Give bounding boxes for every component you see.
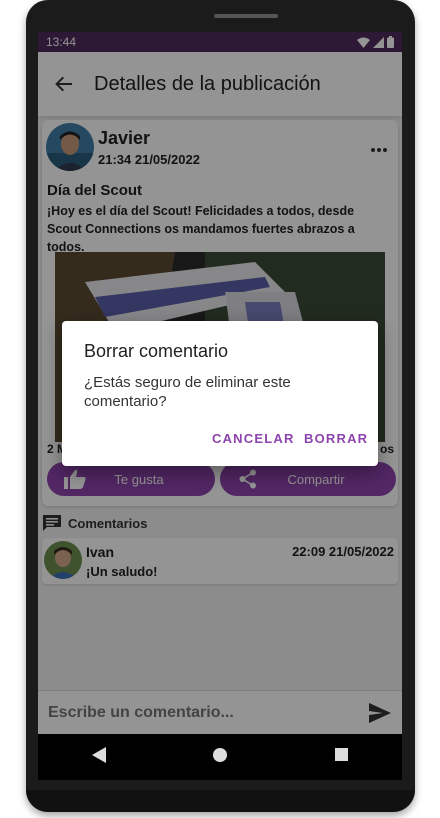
dialog-message: ¿Estás seguro de eliminar este comentari… [84,374,291,410]
dialog-title: Borrar comentario [84,341,229,361]
phone-bottom [26,790,415,812]
nav-home-button[interactable] [213,747,228,767]
nav-back-icon [91,746,106,763]
nav-recents-icon [335,748,349,761]
nav-back-button[interactable] [91,746,106,768]
nav-home-icon [213,747,228,762]
screen: 13:44 Detalles de la publicación Javier … [38,32,402,734]
nav-recents-button[interactable] [335,748,349,766]
delete-comment-dialog: Borrar comentario ¿Estás seguro de elimi… [62,321,378,466]
system-nav-bar [38,734,402,780]
cancel-button[interactable]: CANCELAR [212,431,295,446]
speaker [214,14,278,18]
delete-button[interactable]: BORRAR [304,431,368,446]
